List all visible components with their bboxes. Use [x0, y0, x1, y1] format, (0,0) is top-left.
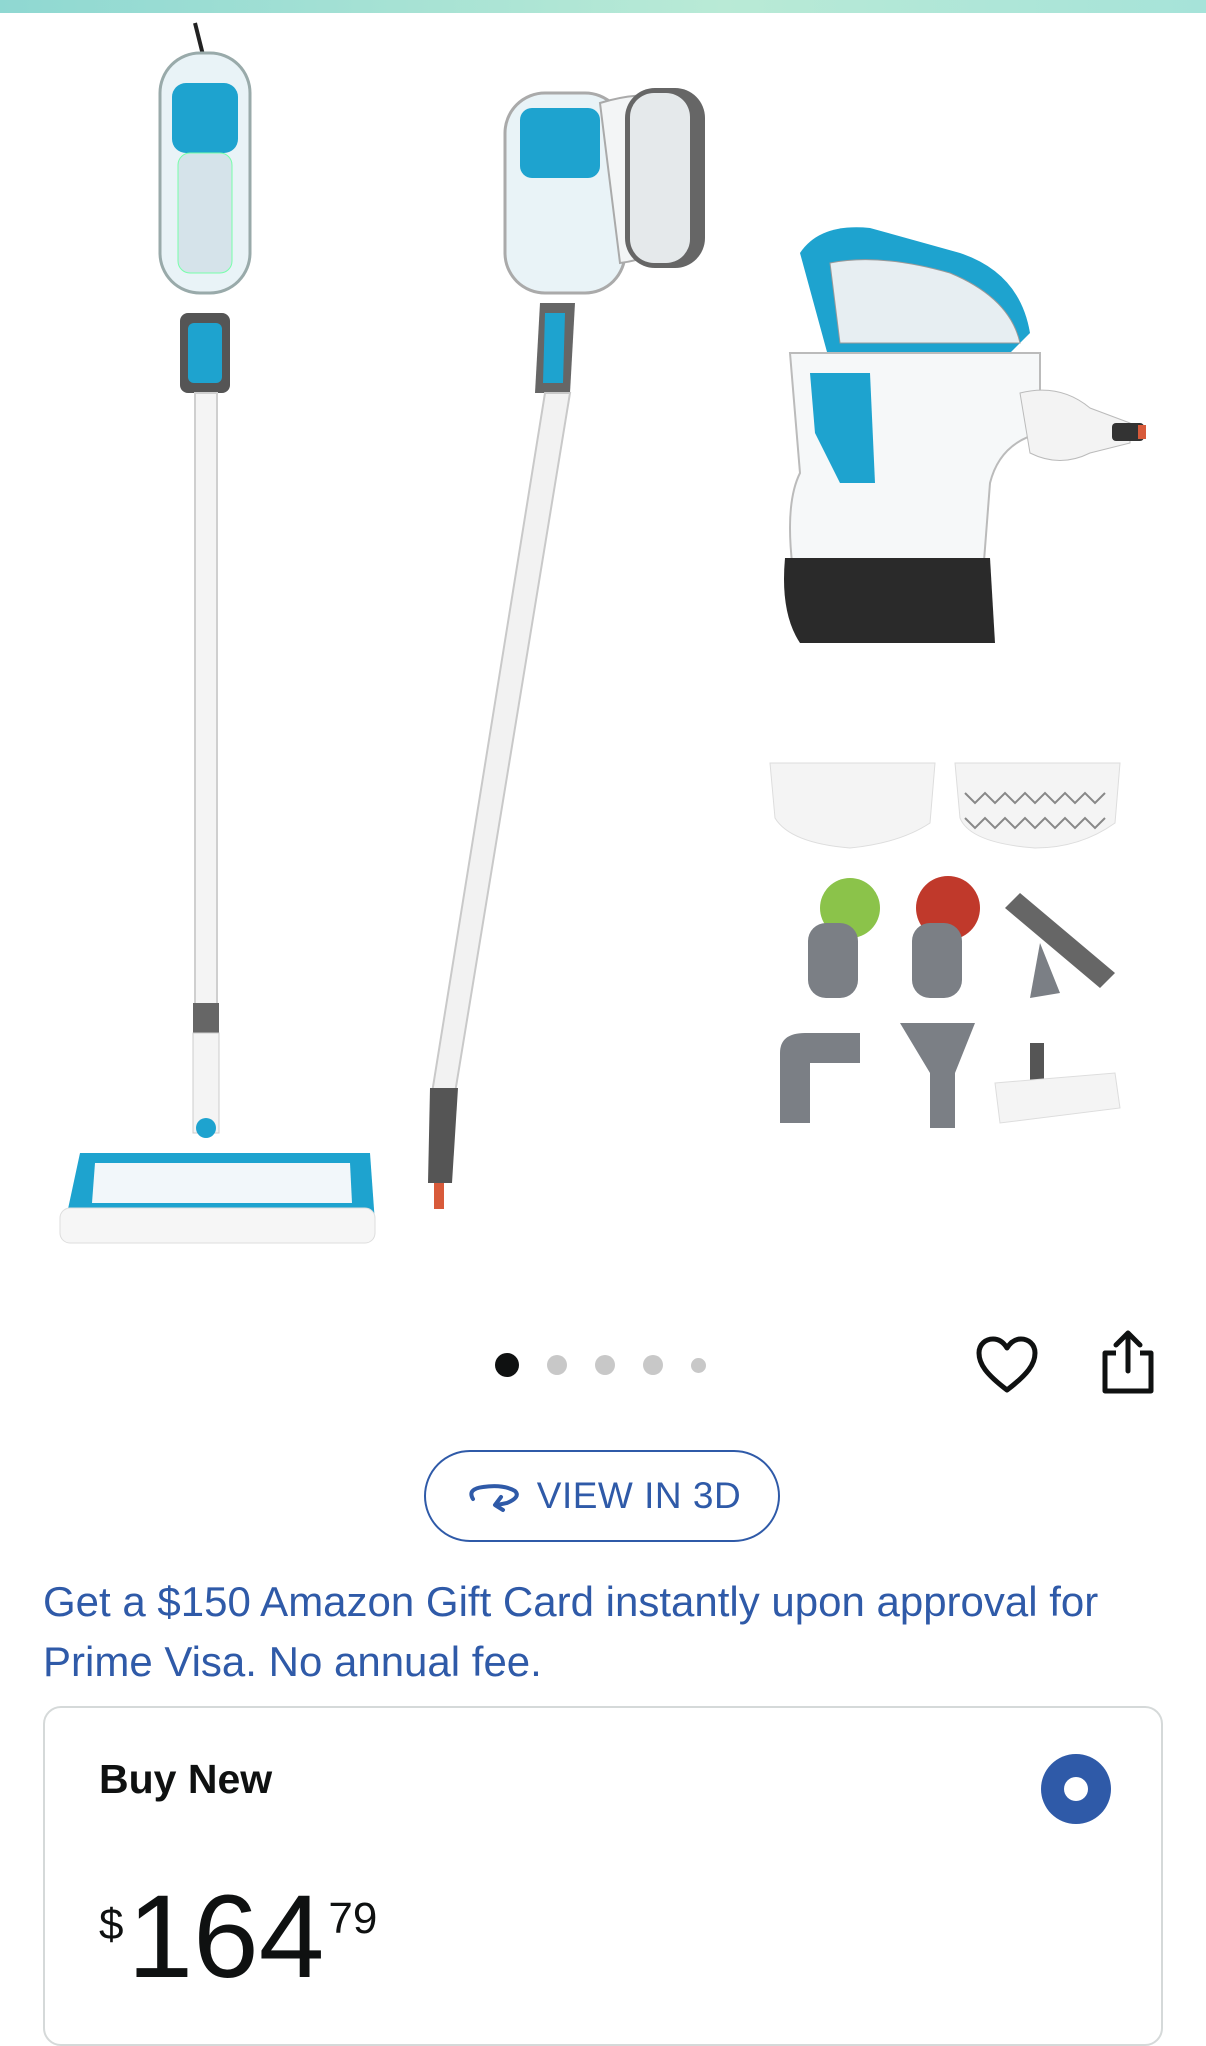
wishlist-button[interactable] — [972, 1330, 1042, 1400]
rotate-3d-icon — [469, 1484, 519, 1512]
share-icon — [1102, 1330, 1154, 1394]
price-whole: 164 — [127, 1871, 325, 2003]
price: $ 164 79 — [99, 1878, 377, 1996]
product-image-gallery[interactable] — [0, 13, 1206, 1313]
product-image — [59, 22, 1146, 1244]
heart-icon — [976, 1336, 1038, 1393]
view-in-3d-label: VIEW IN 3D — [536, 1475, 742, 1516]
carousel-dot-4[interactable] — [643, 1355, 663, 1375]
carousel-dot-1[interactable] — [495, 1353, 519, 1377]
prime-visa-promo-link[interactable]: Get a $150 Amazon Gift Card instantly up… — [43, 1572, 1173, 1692]
top-color-strip — [0, 0, 1206, 13]
carousel-dot-2[interactable] — [547, 1355, 567, 1375]
buy-new-title: Buy New — [99, 1756, 273, 1802]
carousel-dot-5[interactable] — [691, 1357, 706, 1373]
view-in-3d-button[interactable]: VIEW IN 3D — [424, 1450, 780, 1542]
price-currency: $ — [99, 1900, 124, 1949]
buy-new-radio[interactable] — [1041, 1754, 1111, 1824]
buy-new-box[interactable]: Buy New $ 164 79 — [43, 1706, 1163, 2046]
image-carousel-dots[interactable] — [495, 1353, 734, 1377]
radio-selected-indicator — [1064, 1777, 1088, 1801]
steam-mop-image — [59, 22, 376, 1244]
accessories-image — [769, 762, 1121, 1128]
price-fraction: 79 — [328, 1894, 378, 1943]
carousel-dot-3[interactable] — [595, 1355, 615, 1375]
share-button[interactable] — [1093, 1327, 1163, 1397]
extension-wand-image — [428, 88, 705, 1209]
handheld-steamer-image — [784, 227, 1146, 643]
